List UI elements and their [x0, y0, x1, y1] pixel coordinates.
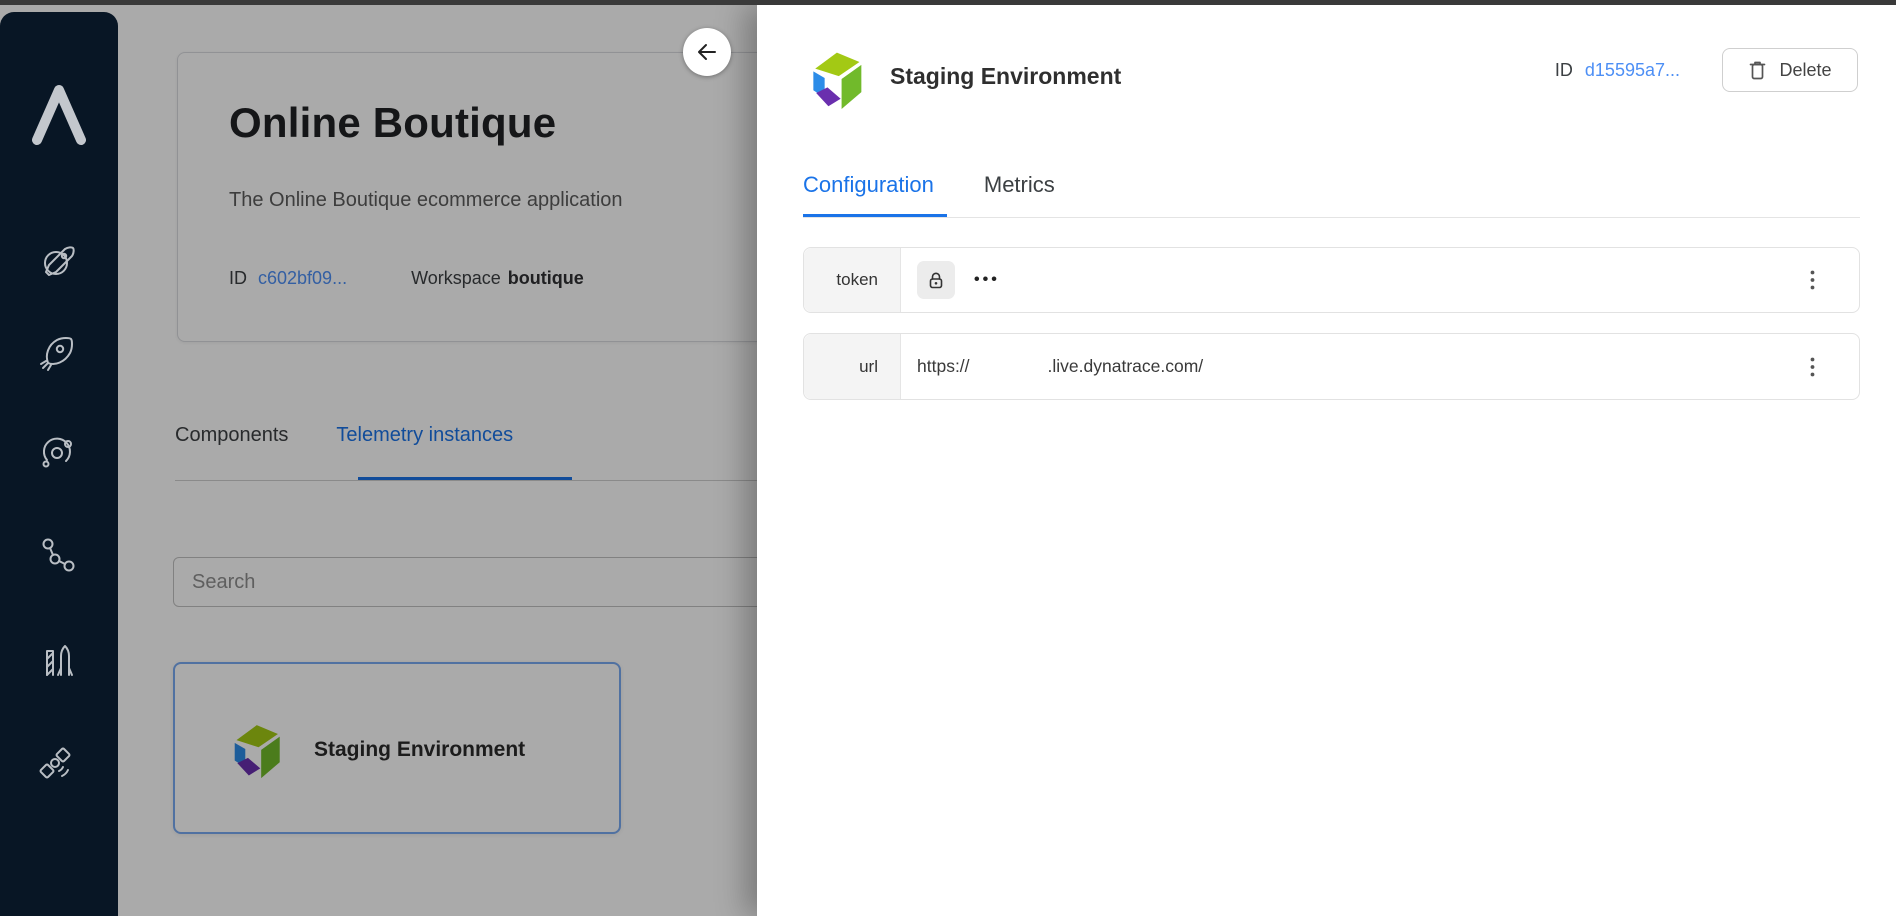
sidebar-item-rocket-orbit[interactable] — [35, 238, 79, 282]
delete-button-label: Delete — [1779, 60, 1831, 81]
arrow-left-icon — [695, 40, 719, 64]
sidebar-item-launchpad[interactable] — [35, 638, 79, 682]
tab-metrics[interactable]: Metrics — [984, 172, 1055, 198]
sidebar-item-satellite[interactable] — [35, 744, 79, 788]
sidebar-item-orbit-system[interactable] — [35, 431, 79, 475]
app-root: Online Boutique The Online Boutique ecom… — [0, 0, 1896, 916]
trash-icon — [1748, 60, 1767, 81]
tab-configuration[interactable]: Configuration — [803, 172, 934, 198]
dynatrace-cube-icon — [803, 42, 867, 114]
config-value: ••• — [901, 248, 1799, 312]
config-value: https:// .live.dynatrace.com/ — [901, 334, 1799, 399]
url-suffix: .live.dynatrace.com/ — [1048, 356, 1204, 377]
url-value: https:// .live.dynatrace.com/ — [917, 356, 1203, 377]
orbit-system-icon — [35, 431, 79, 475]
caret-logo-icon[interactable] — [29, 78, 89, 150]
drawer-title: Staging Environment — [890, 63, 1121, 90]
back-button[interactable] — [683, 28, 731, 76]
sidebar — [0, 12, 118, 916]
sidebar-item-rocket[interactable] — [35, 330, 79, 374]
sidebar-item-topology[interactable] — [35, 533, 79, 577]
drawer-header-actions: ID d15595a7... Delete — [1555, 48, 1858, 92]
instance-id-link[interactable]: d15595a7... — [1585, 60, 1680, 81]
rocket-icon — [35, 330, 79, 374]
config-key: token — [804, 248, 901, 312]
top-strip — [0, 0, 1896, 5]
config-row-url: url https:// .live.dynatrace.com/ — [803, 333, 1860, 400]
row-menu-kebab-icon[interactable] — [1799, 248, 1825, 312]
satellite-icon — [35, 744, 79, 788]
detail-drawer: Staging Environment ID d15595a7... Delet… — [757, 5, 1896, 916]
instance-id-label: ID — [1555, 60, 1573, 81]
tab-separator-line — [803, 217, 1860, 218]
row-menu-kebab-icon[interactable] — [1799, 334, 1825, 399]
drawer-tab-bar: Configuration Metrics — [803, 172, 1055, 198]
masked-token-value: ••• — [974, 271, 1000, 289]
config-row-token: token ••• — [803, 247, 1860, 313]
delete-button[interactable]: Delete — [1722, 48, 1858, 92]
launchpad-icon — [35, 638, 79, 682]
lock-icon[interactable] — [917, 261, 955, 299]
rocket-orbit-icon — [35, 238, 79, 282]
topology-icon — [35, 533, 79, 577]
config-key: url — [804, 334, 901, 399]
url-prefix: https:// — [917, 356, 970, 377]
